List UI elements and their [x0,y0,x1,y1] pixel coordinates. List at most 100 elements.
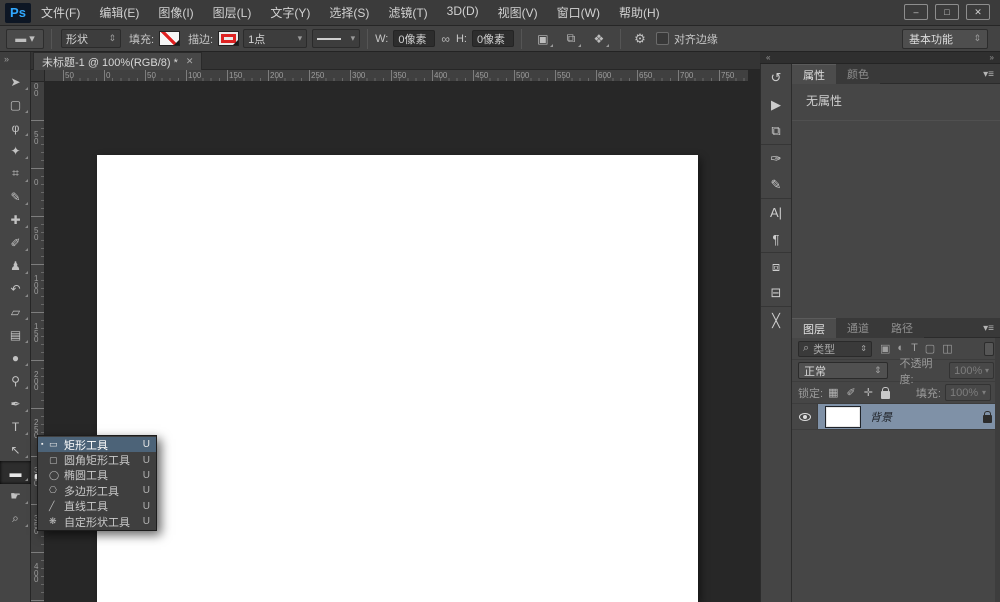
layer-row[interactable]: 背景 [792,404,1000,430]
filter-kind-select[interactable]: ⌕ 类型 ⇕ [798,341,872,357]
styles-panel-icon[interactable]: ⧉ [761,118,791,145]
shortcut-key: U [143,516,150,527]
pen-tool[interactable]: ✒ [0,392,31,415]
menu-item[interactable]: 图层(L) [213,4,252,21]
path-arrange-icon[interactable]: ❖ [589,30,609,48]
menu-item[interactable]: 窗口(W) [557,4,600,21]
lock-transparency-icon[interactable]: ▦ [828,386,838,399]
toolbar-collapse-header[interactable]: » [0,52,31,70]
height-input[interactable]: 0像素 [472,30,514,47]
menu-item[interactable]: 3D(D) [447,4,479,21]
history-brush-tool[interactable]: ↶ [0,277,31,300]
notes-panel-icon[interactable]: ⊟ [761,280,791,307]
layer-selected-area[interactable]: 背景 [818,404,1000,429]
layer-comps-panel-icon[interactable]: ⧈ [761,253,791,280]
height-label: H: [456,33,467,45]
panel-menu-icon[interactable]: ▾≡ [983,64,994,84]
tab-channels[interactable]: 通道 [836,318,880,338]
zoom-tool[interactable]: ⌕ [0,507,31,530]
move-tool[interactable]: ➤ [0,70,31,93]
tool-mode-select[interactable]: 形状 ⇕ [61,29,121,48]
collapse-dock-icon[interactable]: « [766,53,770,62]
stroke-color-swatch[interactable] [218,31,239,46]
clone-stamp-tool[interactable]: ♟ [0,254,31,277]
menu-item[interactable]: 滤镜(T) [388,4,427,21]
lock-position-icon[interactable]: ✛ [864,386,873,399]
panel-scrollbar[interactable] [995,338,1000,602]
close-button[interactable]: ✕ [966,4,990,20]
blur-tool[interactable]: ● [0,346,31,369]
menu-item[interactable]: 编辑(E) [99,4,139,21]
brush-presets-panel-icon[interactable]: ✑ [761,145,791,172]
history-panel-icon[interactable]: ↺ [761,64,791,91]
ruler-label: 700 [680,71,693,80]
crop-tool[interactable]: ⌗ [0,162,31,185]
maximize-button[interactable]: □ [935,4,959,20]
character-panel-icon[interactable]: A| [761,199,791,226]
collapse-panels-icon[interactable]: » [990,53,994,62]
path-alignment-icon[interactable]: ⧉ [561,30,581,48]
workspace-switcher[interactable]: 基本功能 ⇕ [902,29,988,49]
gear-icon[interactable]: ⚙ [630,30,650,48]
tool-preset-picker[interactable]: ▬ ▾ [6,29,44,49]
lock-all-icon[interactable] [881,391,890,399]
close-tab-icon[interactable]: ✕ [186,56,194,67]
brush-tool[interactable]: ✐ [0,231,31,254]
marquee-tool[interactable]: ▢ [0,93,31,116]
healing-brush-tool[interactable]: ✚ [0,208,31,231]
menu-item[interactable]: 文件(F) [41,4,80,21]
dodge-tool[interactable]: ⚲ [0,369,31,392]
menu-item[interactable]: 帮助(H) [619,4,660,21]
tab-properties[interactable]: 属性 [792,64,836,84]
menu-item[interactable]: 图像(I) [158,4,193,21]
type-tool[interactable]: T [0,415,31,438]
path-selection-tool[interactable]: ↖ [0,438,31,461]
eraser-tool[interactable]: ▱ [0,300,31,323]
menu-item[interactable]: 文字(Y) [270,4,310,21]
document-tab[interactable]: 未标题-1 @ 100%(RGB/8) * ✕ [33,52,202,70]
path-operations-icon[interactable]: ▣ [533,30,553,48]
fill-color-swatch[interactable] [159,31,180,46]
filter-adjustment-layers-icon[interactable]: ◐ [897,342,904,355]
tab-layers[interactable]: 图层 [792,318,836,338]
gradient-tool[interactable]: ▤ [0,323,31,346]
eyedropper-tool[interactable]: ✎ [0,185,31,208]
tab-color[interactable]: 颜色 [836,64,880,84]
custom-shape-tool-item[interactable]: ▪ ❋ 自定形状工具 U [38,514,156,529]
visibility-cell[interactable] [792,404,818,429]
brush-panel-icon[interactable]: ✎ [761,172,791,199]
width-input[interactable]: 0像素 [393,30,435,47]
lasso-tool[interactable]: φ [0,116,31,139]
filter-pixel-layers-icon[interactable]: ▣ [880,342,890,355]
panel-menu-icon[interactable]: ▾≡ [983,318,994,338]
filter-toggle-switch[interactable] [984,342,994,356]
hand-tool[interactable]: ☛ [0,484,31,507]
ellipse-tool-item[interactable]: ▪ ◯ 椭圆工具 U [38,468,156,483]
rounded-rectangle-tool-item[interactable]: ▪ ▢ 圆角矩形工具 U [38,452,156,467]
lock-pixels-icon[interactable]: ✐ [846,386,855,399]
fill-opacity-select[interactable]: 100% ▾ [945,384,991,401]
filter-smart-objects-icon[interactable]: ◫ [942,342,952,355]
actions-panel-icon[interactable]: ▶ [761,91,791,118]
polygon-tool-item[interactable]: ▪ ⎔ 多边形工具 U [38,483,156,498]
filter-shape-layers-icon[interactable]: ▢ [925,342,935,355]
menu-item[interactable]: 视图(V) [498,4,538,21]
magic-wand-tool[interactable]: ✦ [0,139,31,162]
rectangle-tool[interactable]: ▬ [0,461,31,484]
align-edges-checkbox[interactable] [656,32,669,45]
tab-paths[interactable]: 路径 [880,318,924,338]
blend-mode-select[interactable]: 正常 ⇕ [798,362,888,379]
paragraph-panel-icon[interactable]: ¶ [761,226,791,253]
minimize-button[interactable]: – [904,4,928,20]
filter-type-layers-icon[interactable]: T [911,342,918,355]
rectangle-tool-item[interactable]: ▪ ▭ 矩形工具 U [38,437,156,452]
measure-panel-icon[interactable]: ╳ [761,307,791,334]
menu-item[interactable]: 选择(S) [329,4,369,21]
stroke-width-select[interactable]: 1点 ▾ [243,29,307,48]
line-tool-item[interactable]: ▪ ╱ 直线工具 U [38,499,156,514]
document-canvas[interactable] [97,155,698,602]
opacity-select[interactable]: 100% ▾ [949,362,994,379]
link-dimensions-icon[interactable]: ∞ [441,32,450,46]
layer-thumbnail[interactable] [826,407,860,427]
stroke-type-select[interactable]: ▾ [312,29,360,48]
